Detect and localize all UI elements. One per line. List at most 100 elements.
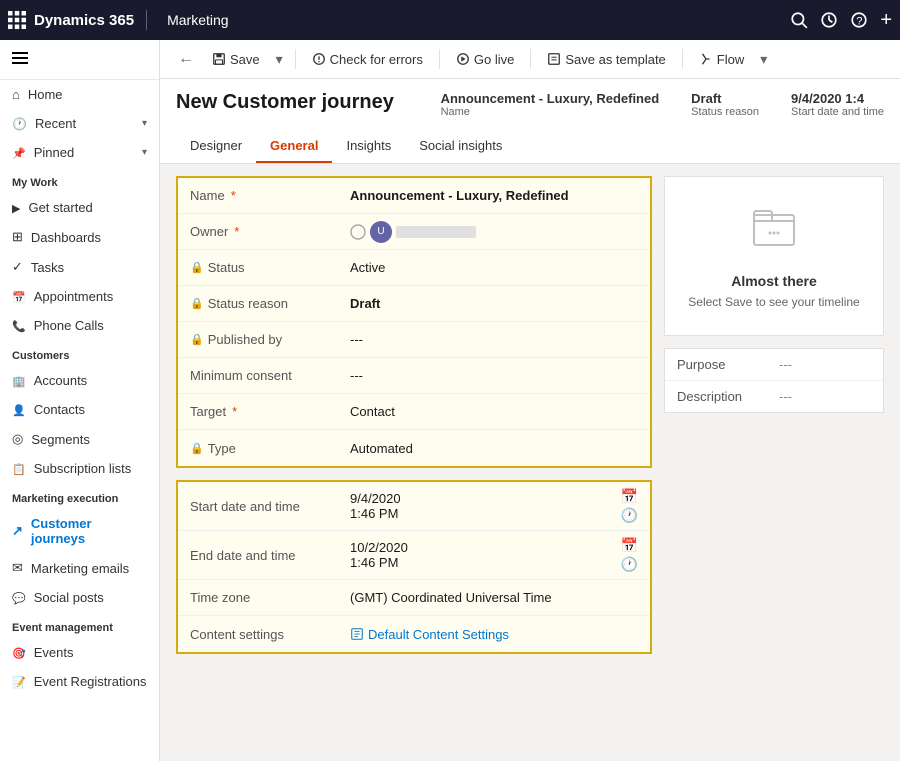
toolbar-sep-3 [530, 49, 531, 69]
field-value-timezone[interactable]: (GMT) Coordinated Universal Time [338, 584, 650, 611]
sidebar-item-event-registrations[interactable]: Event Registrations [0, 667, 159, 696]
field-value-content-settings[interactable]: Default Content Settings [338, 621, 650, 648]
sidebar-item-contacts[interactable]: Contacts [0, 395, 159, 424]
sidebar-label-customer-journeys: Customer journeys [31, 516, 147, 546]
sidebar-item-dashboards[interactable]: Dashboards [0, 222, 159, 252]
tab-social-insights[interactable]: Social insights [405, 130, 516, 163]
save-as-template-button[interactable]: Save as template [539, 48, 673, 71]
accounts-icon [12, 373, 26, 388]
label-start-date-text: Start date and time [190, 499, 300, 514]
back-button[interactable]: ← [172, 46, 200, 72]
field-value-end-date[interactable]: 10/2/2020 1:46 PM 📅 🕐 [338, 531, 650, 579]
field-label-status-reason: 🔒 Status reason [178, 290, 338, 317]
sidebar-item-home[interactable]: Home [0, 80, 159, 109]
flow-button[interactable]: Flow [691, 48, 752, 71]
sidebar-item-tasks[interactable]: Tasks [0, 252, 159, 282]
grid-menu-icon[interactable] [8, 11, 26, 29]
field-label-type: 🔒 Type [178, 435, 338, 462]
sidebar-label-segments: Segments [31, 432, 90, 447]
type-lock-icon: 🔒 [190, 442, 204, 455]
start-date-clock-icon[interactable]: 🕐 [621, 507, 638, 524]
pinned-chevron-icon: ▾ [142, 147, 147, 158]
sidebar-item-marketing-emails[interactable]: Marketing emails [0, 553, 159, 583]
form-row-type: 🔒 Type Automated [178, 430, 650, 466]
search-icon[interactable] [790, 11, 808, 29]
field-value-status-reason: Draft [338, 290, 650, 317]
section-header-my-work: My Work [0, 167, 159, 193]
sub-icon [12, 461, 26, 476]
sidebar-item-appointments[interactable]: Appointments [0, 282, 159, 311]
sidebar-item-social-posts[interactable]: Social posts [0, 583, 159, 612]
add-icon[interactable]: + [880, 9, 892, 32]
field-value-target[interactable]: Contact [338, 398, 650, 425]
recent-icon[interactable] [820, 11, 838, 29]
description-value: --- [779, 389, 792, 404]
meta-start-label: Start date and time [791, 106, 884, 118]
field-label-published-by: 🔒 Published by [178, 326, 338, 353]
sidebar-label-events: Events [34, 645, 74, 660]
purpose-label: Purpose [677, 357, 767, 372]
recent-chevron-icon: ▾ [142, 118, 147, 129]
sidebar-item-phone-calls[interactable]: Phone Calls [0, 311, 159, 340]
hamburger-menu[interactable] [0, 40, 159, 80]
end-date-clock-icon[interactable]: 🕐 [621, 556, 638, 573]
sidebar-label-social-posts: Social posts [34, 590, 104, 605]
meta-name-label: Name [441, 106, 660, 118]
timeline-icon [750, 203, 798, 261]
sidebar: Home Recent ▾ Pinned ▾ My Work Get start… [0, 40, 160, 761]
timeline-almost-there-title: Almost there [731, 273, 817, 289]
purpose-row: Purpose --- [665, 349, 883, 381]
module-name: Marketing [167, 12, 228, 28]
sidebar-label-home: Home [28, 87, 63, 102]
field-value-owner[interactable]: U [338, 215, 650, 249]
svg-text:?: ? [857, 16, 863, 28]
sidebar-label-accounts: Accounts [34, 373, 87, 388]
owner-avatar: U [370, 221, 392, 243]
end-date-icons: 📅 🕐 [621, 537, 638, 573]
content-settings-icon [350, 627, 364, 641]
start-date-calendar-icon[interactable]: 📅 [621, 488, 638, 505]
pin-icon [12, 145, 26, 160]
contacts-icon [12, 402, 26, 417]
dashboard-icon [12, 229, 23, 245]
tabs: Designer General Insights Social insight… [160, 130, 900, 164]
sidebar-item-recent[interactable]: Recent ▾ [0, 109, 159, 138]
sidebar-item-get-started[interactable]: Get started [0, 193, 159, 222]
start-date-time: 1:46 PM [350, 506, 401, 521]
page-header-meta: Announcement - Luxury, Redefined Name Dr… [441, 91, 884, 118]
template-icon [547, 52, 561, 66]
sidebar-item-subscription-lists[interactable]: Subscription lists [0, 454, 159, 483]
end-date-calendar-icon[interactable]: 📅 [621, 537, 638, 554]
tab-general[interactable]: General [256, 130, 332, 163]
top-nav: Dynamics 365 Marketing ? + [0, 0, 900, 40]
go-live-icon [456, 52, 470, 66]
tab-insights[interactable]: Insights [332, 130, 405, 163]
sidebar-item-customer-journeys[interactable]: Customer journeys [0, 509, 159, 553]
page-header: New Customer journey Announcement - Luxu… [160, 79, 900, 130]
sidebar-item-pinned[interactable]: Pinned ▾ [0, 138, 159, 167]
sidebar-item-events[interactable]: Events [0, 638, 159, 667]
save-button[interactable]: Save [204, 48, 268, 71]
field-label-content-settings: Content settings [178, 621, 338, 648]
field-value-name[interactable]: Announcement - Luxury, Redefined [338, 182, 650, 209]
meta-status-value: Draft [691, 91, 759, 106]
purpose-card: Purpose --- Description --- [664, 348, 884, 413]
label-owner-text: Owner [190, 224, 228, 239]
start-date-values: 9/4/2020 1:46 PM [350, 491, 401, 521]
event-reg-icon [12, 674, 26, 689]
tab-designer[interactable]: Designer [176, 130, 256, 163]
flow-label: Flow [717, 52, 744, 67]
field-label-target: Target * [178, 398, 338, 425]
field-label-minimum-consent: Minimum consent [178, 362, 338, 389]
flow-dropdown-icon[interactable]: ▾ [756, 47, 771, 72]
help-icon[interactable]: ? [850, 11, 868, 29]
sidebar-item-accounts[interactable]: Accounts [0, 366, 159, 395]
appointments-icon [12, 289, 26, 304]
go-live-button[interactable]: Go live [448, 48, 522, 71]
label-end-date-text: End date and time [190, 548, 296, 563]
check-errors-button[interactable]: Check for errors [304, 48, 431, 71]
check-errors-icon [312, 52, 326, 66]
sidebar-item-segments[interactable]: Segments [0, 424, 159, 454]
save-dropdown-icon[interactable]: ▾ [272, 47, 287, 72]
field-value-start-date[interactable]: 9/4/2020 1:46 PM 📅 🕐 [338, 482, 650, 530]
